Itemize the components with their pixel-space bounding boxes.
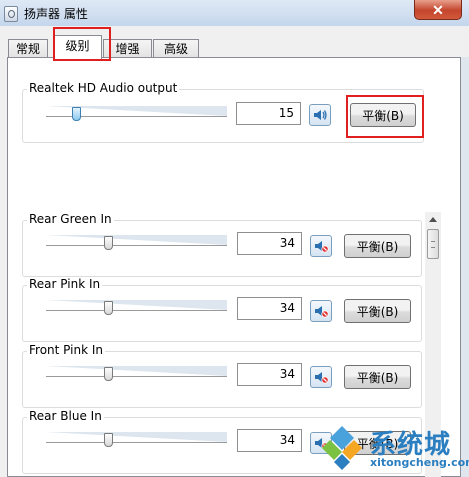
window-title: 扬声器 属性: [24, 7, 88, 21]
input-balance-button[interactable]: 平衡(B): [344, 299, 411, 323]
input-volume-value[interactable]: 34: [237, 429, 302, 452]
input-mute-button[interactable]: [310, 366, 332, 388]
output-balance-button[interactable]: 平衡(B): [350, 103, 416, 127]
output-volume-value[interactable]: 15: [236, 102, 301, 125]
scroll-thumb[interactable]: [427, 229, 439, 259]
muted-speaker-icon: [315, 241, 329, 253]
input-volume-slider[interactable]: [46, 232, 227, 254]
slider-thumb[interactable]: [104, 367, 113, 381]
watermark-url: xitongcheng.com: [370, 456, 469, 469]
input-volume-value[interactable]: 34: [237, 232, 302, 255]
input-mute-button[interactable]: [310, 300, 332, 322]
slider-thumb[interactable]: [104, 301, 113, 315]
input-volume-slider[interactable]: [46, 297, 227, 319]
muted-speaker-icon: [315, 306, 329, 318]
watermark-logo: 系统城 xitongcheng.com: [318, 420, 469, 476]
input-volume-value[interactable]: 34: [237, 297, 302, 320]
slider-thumb[interactable]: [72, 107, 81, 121]
slider-track: [46, 310, 227, 311]
speaker-icon: [314, 110, 327, 120]
title-bar[interactable]: 扬声器 属性 ✕: [0, 0, 469, 26]
slider-track: [46, 442, 227, 443]
input-label: Front Pink In: [27, 343, 105, 357]
output-label: Realtek HD Audio output: [27, 81, 180, 95]
output-volume-slider[interactable]: [46, 103, 227, 125]
input-label: Rear Blue In: [27, 409, 104, 423]
tab-general[interactable]: 常规: [8, 39, 48, 57]
slider-fill: [46, 366, 227, 376]
input-label: Rear Green In: [27, 212, 114, 226]
slider-track: [46, 376, 227, 377]
input-label: Rear Pink In: [27, 277, 103, 291]
slider-fill: [46, 235, 227, 245]
input-balance-button[interactable]: 平衡(B): [344, 365, 411, 389]
input-volume-slider[interactable]: [46, 429, 227, 451]
slider-fill: [46, 300, 227, 310]
slider-thumb[interactable]: [104, 433, 113, 447]
input-mute-button[interactable]: [310, 235, 332, 257]
slider-track: [46, 245, 227, 246]
window-edge: [461, 57, 469, 477]
scroll-up-arrow-icon[interactable]: [425, 212, 441, 228]
output-mute-button[interactable]: [309, 104, 331, 126]
close-button[interactable]: ✕: [414, 0, 462, 20]
slider-fill: [46, 432, 227, 442]
tab-advanced[interactable]: 高级: [153, 39, 199, 57]
input-volume-slider[interactable]: [46, 363, 227, 385]
muted-speaker-icon: [315, 372, 329, 384]
watermark-diamond-icon: [322, 426, 362, 470]
tab-levels[interactable]: 级别: [53, 35, 102, 59]
speaker-properties-icon: [4, 6, 18, 22]
input-volume-value[interactable]: 34: [237, 363, 302, 386]
tab-enhancements[interactable]: 增强: [103, 39, 152, 57]
input-balance-button[interactable]: 平衡(B): [344, 234, 411, 258]
slider-thumb[interactable]: [104, 236, 113, 250]
